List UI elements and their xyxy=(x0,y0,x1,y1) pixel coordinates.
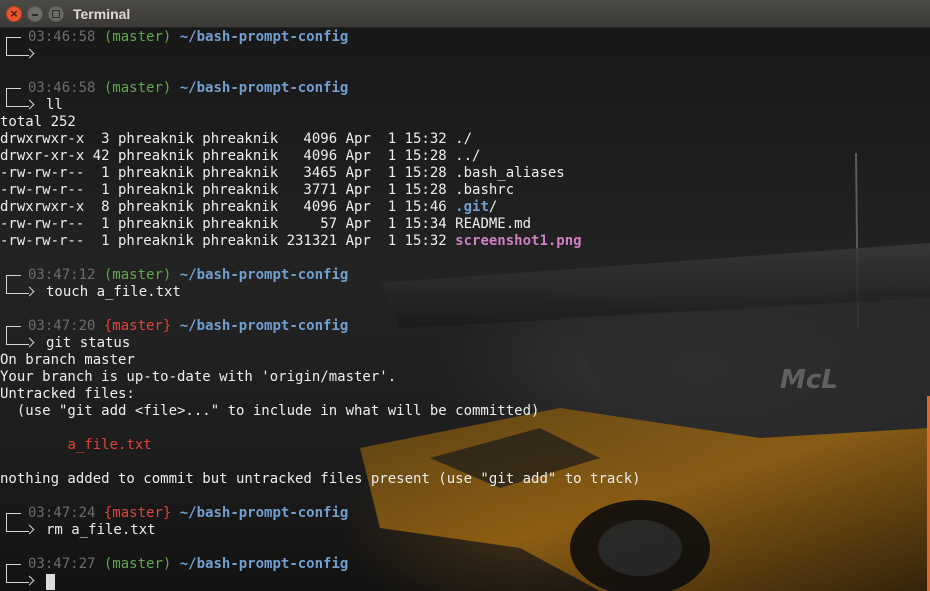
prompt-branch: (master) xyxy=(103,80,172,96)
untracked-file-line: a_file.txt xyxy=(0,437,641,454)
minimize-window-button[interactable] xyxy=(27,6,43,22)
prompt-line: 03:47:12 (master) ~/bash-prompt-config xyxy=(0,267,641,285)
ls-row-name: ./ xyxy=(455,131,473,147)
ls-row-name: .bashrc xyxy=(455,182,515,198)
prompt-path: ~/bash-prompt-config xyxy=(179,80,349,96)
prompt-time: 03:47:24 xyxy=(28,505,96,521)
output-line: nothing added to commit but untracked fi… xyxy=(0,471,641,487)
prompt-arrow-icon xyxy=(0,284,29,301)
terminal-output: 03:46:58 (master) ~/bash-prompt-config 0… xyxy=(0,29,641,590)
ls-row-meta: -rw-rw-r-- 1 phreaknik phreaknik 3771 Ap… xyxy=(0,182,456,198)
ls-row: drwxrwxr-x 3 phreaknik phreaknik 4096 Ap… xyxy=(0,131,641,148)
ls-row: -rw-rw-r-- 1 phreaknik phreaknik 231321 … xyxy=(0,233,641,250)
prompt-arrow-icon xyxy=(0,97,29,114)
prompt-line: 03:47:27 (master) ~/bash-prompt-config xyxy=(0,556,641,574)
prompt-line: 03:47:24 {master} ~/bash-prompt-config xyxy=(0,505,641,523)
prompt-line: 03:46:58 (master) ~/bash-prompt-config xyxy=(0,29,641,47)
command-line: git status xyxy=(0,335,641,352)
ls-row-meta: -rw-rw-r-- 1 phreaknik phreaknik 57 Apr … xyxy=(0,216,456,232)
prompt-branch: (master) xyxy=(103,29,172,45)
close-icon: × xyxy=(9,7,19,20)
ls-row: -rw-rw-r-- 1 phreaknik phreaknik 3771 Ap… xyxy=(0,182,641,199)
maximize-window-button[interactable] xyxy=(48,6,64,22)
prompt-branch: {master} xyxy=(103,505,172,521)
prompt-time: 03:46:58 xyxy=(28,80,96,96)
ls-row-meta: -rw-rw-r-- 1 phreaknik phreaknik 3465 Ap… xyxy=(0,165,456,181)
command-line: rm a_file.txt xyxy=(0,522,641,539)
ls-row-name: .git xyxy=(455,199,489,215)
prompt-path: ~/bash-prompt-config xyxy=(179,556,349,572)
prompt-arrow-icon xyxy=(0,46,29,63)
command-line: ll xyxy=(0,97,641,114)
prompt-time: 03:47:12 xyxy=(28,267,96,283)
command-line xyxy=(0,46,641,63)
ls-row-name: ../ xyxy=(455,148,481,164)
terminal-area[interactable]: McL 03:46:58 (master) ~/bash-prompt-conf… xyxy=(0,28,930,591)
prompt-line: 03:46:58 (master) ~/bash-prompt-config xyxy=(0,80,641,98)
prompt-arrow-icon xyxy=(0,522,29,539)
output-line: total 252 xyxy=(0,114,76,130)
prompt-corner-top xyxy=(0,80,21,98)
command-text: rm a_file.txt xyxy=(46,522,156,538)
prompt-branch: {master} xyxy=(103,318,172,334)
text-cursor xyxy=(46,574,55,590)
command-line: touch a_file.txt xyxy=(0,284,641,301)
prompt-time: 03:47:27 xyxy=(28,556,96,572)
prompt-arrow-icon xyxy=(0,573,29,590)
title-bar[interactable]: × Terminal xyxy=(0,0,930,28)
ls-row-name: screenshot1.png xyxy=(455,233,582,249)
prompt-corner-top xyxy=(0,556,21,574)
output-line: Your branch is up-to-date with 'origin/m… xyxy=(0,369,397,385)
prompt-time: 03:46:58 xyxy=(28,29,96,45)
untracked-file: a_file.txt xyxy=(67,437,152,453)
ls-row: -rw-rw-r-- 1 phreaknik phreaknik 57 Apr … xyxy=(0,216,641,233)
prompt-path: ~/bash-prompt-config xyxy=(179,267,349,283)
prompt-branch: (master) xyxy=(103,556,172,572)
prompt-path: ~/bash-prompt-config xyxy=(179,505,349,521)
command-text: git status xyxy=(46,335,131,351)
ls-row-meta: drwxrwxr-x 3 phreaknik phreaknik 4096 Ap… xyxy=(0,131,456,147)
prompt-corner-top xyxy=(0,29,21,47)
prompt-corner-top xyxy=(0,318,21,336)
ls-row-meta: drwxr-xr-x 42 phreaknik phreaknik 4096 A… xyxy=(0,148,456,164)
prompt-corner-top xyxy=(0,267,21,285)
window-title: Terminal xyxy=(73,6,131,22)
ls-row: -rw-rw-r-- 1 phreaknik phreaknik 3465 Ap… xyxy=(0,165,641,182)
terminal-window: × Terminal McL 03:46:58 (master) ~/bash-… xyxy=(0,0,930,591)
output-line: On branch master xyxy=(0,352,135,368)
prompt-path: ~/bash-prompt-config xyxy=(179,29,349,45)
command-text: ll xyxy=(46,97,63,113)
ls-row-name: README.md xyxy=(455,216,532,232)
prompt-time: 03:47:20 xyxy=(28,318,96,334)
output-line: Untracked files: xyxy=(0,386,135,402)
prompt-corner-top xyxy=(0,505,21,523)
prompt-path: ~/bash-prompt-config xyxy=(179,318,349,334)
output-line: (use "git add <file>..." to include in w… xyxy=(0,403,540,419)
prompt-line: 03:47:20 {master} ~/bash-prompt-config xyxy=(0,318,641,336)
active-command-line[interactable] xyxy=(0,573,641,590)
command-text: touch a_file.txt xyxy=(46,284,181,300)
ls-row-suffix: / xyxy=(488,199,498,215)
ls-row: drwxrwxr-x 8 phreaknik phreaknik 4096 Ap… xyxy=(0,199,641,216)
close-window-button[interactable]: × xyxy=(6,6,22,22)
prompt-arrow-icon xyxy=(0,335,29,352)
prompt-branch: (master) xyxy=(103,267,172,283)
ls-row-name: .bash_aliases xyxy=(455,165,565,181)
ls-row: drwxr-xr-x 42 phreaknik phreaknik 4096 A… xyxy=(0,148,641,165)
ls-row-meta: -rw-rw-r-- 1 phreaknik phreaknik 231321 … xyxy=(0,233,456,249)
svg-text:McL: McL xyxy=(780,365,838,395)
ls-row-meta: drwxrwxr-x 8 phreaknik phreaknik 4096 Ap… xyxy=(0,199,456,215)
